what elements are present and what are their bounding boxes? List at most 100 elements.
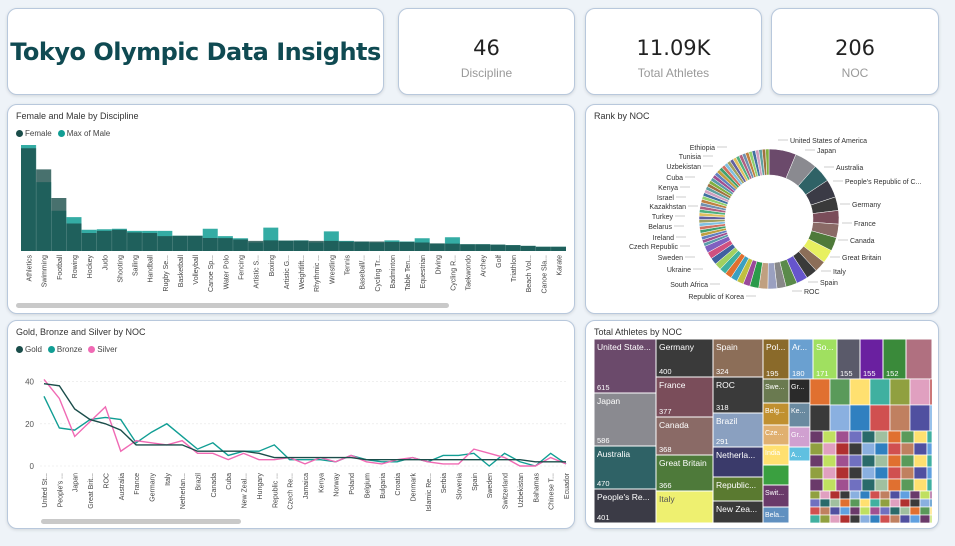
treemap-cell <box>822 466 837 480</box>
x-tick-label: Fencing <box>239 255 246 280</box>
treemap-value: 152 <box>886 369 899 378</box>
rank-by-noc-panel[interactable]: Rank by NOC United States of America Japa… <box>585 104 939 314</box>
treemap-cell <box>889 498 901 508</box>
x-tick-label: Netherlan... <box>180 473 187 509</box>
treemap-cell <box>929 490 933 500</box>
treemap-label: Netherla... <box>716 450 755 460</box>
slice-label: Kazakhstan <box>649 204 686 211</box>
treemap-cell <box>849 378 871 406</box>
treemap-cell <box>861 430 876 444</box>
treemap-cell <box>829 506 841 516</box>
treemap-cell <box>905 338 933 380</box>
kpi-noc[interactable]: 206 NOC <box>771 8 939 95</box>
treemap-cell <box>809 506 821 516</box>
treemap-label: United State... <box>597 342 651 352</box>
treemap-cell <box>861 454 876 468</box>
slice-label: Great Britain <box>842 255 881 262</box>
treemap-cell <box>889 378 911 406</box>
treemap-cell <box>869 506 881 516</box>
treemap-cell <box>919 506 931 516</box>
treemap-cell <box>887 430 902 444</box>
treemap-cell <box>848 454 863 468</box>
x-tick-label: Bulgaria <box>380 473 387 499</box>
treemap-label: Bela... <box>765 512 785 519</box>
treemap-cell <box>859 490 871 500</box>
discipline-chart-panel[interactable]: Female and Male by Discipline Female Max… <box>7 104 575 314</box>
treemap-label: Ar... <box>792 342 807 352</box>
donut-chart[interactable]: United States of America Japan Australia Pe… <box>586 105 939 314</box>
treemap-label: Ke... <box>791 408 805 415</box>
treemap-cell <box>929 498 933 508</box>
treemap-value: 171 <box>816 369 829 378</box>
treemap-cell <box>822 454 837 468</box>
x-tick-label: Islamic Re... <box>426 473 433 512</box>
x-tick-label: Germany <box>149 473 156 502</box>
treemap-value: 400 <box>659 367 672 376</box>
treemap-cell <box>879 514 891 524</box>
kpi-value: 46 <box>473 36 500 60</box>
treemap-cell <box>809 478 824 492</box>
treemap-cell <box>909 498 921 508</box>
slice-label: United States of America <box>790 138 867 145</box>
treemap-label: ROC <box>716 380 735 390</box>
treemap-label: A... <box>791 452 802 459</box>
x-tick-label: Athletics <box>27 255 34 282</box>
treemap-cell <box>874 478 889 492</box>
horizontal-scrollbar[interactable] <box>41 519 241 524</box>
x-tick-label: Uzbekistan <box>518 473 525 508</box>
treemap-cell <box>835 478 850 492</box>
x-tick-label: Rugby Se... <box>163 255 170 292</box>
treemap-cell <box>929 404 933 432</box>
x-tick-label: Cuba <box>226 473 233 490</box>
slice-label: Germany <box>852 202 881 209</box>
treemap-cell <box>861 466 876 480</box>
x-tick-label: Sailing <box>133 255 140 276</box>
x-tick-label: Czech Re... <box>288 473 295 510</box>
treemap-cell <box>913 442 928 456</box>
treemap-value: 377 <box>659 407 672 416</box>
discipline-area-chart[interactable]: Athletics Swimming Football Rowing Hockey Jud… <box>8 105 575 314</box>
x-tick-label: Kenya <box>318 473 325 493</box>
treemap-cell <box>829 514 841 524</box>
treemap-label: Cze... <box>765 430 783 437</box>
slice-label: Italy <box>833 269 846 276</box>
treemap-cell <box>913 466 928 480</box>
x-tick-label: Diving <box>435 255 442 275</box>
treemap-cell <box>848 466 863 480</box>
treemap-chart[interactable]: United State... 615 Japan 586 Australia 470 Pe… <box>586 321 939 529</box>
x-tick-label: France <box>134 473 141 495</box>
x-tick-label: Taekwondo <box>466 255 473 291</box>
treemap-cell <box>869 490 881 500</box>
kpi-discipline[interactable]: 46 Discipline <box>398 8 575 95</box>
x-tick-label: Republic ... <box>272 473 279 508</box>
treemap-cell <box>929 514 933 524</box>
slice-label: Uzbekistan <box>666 164 701 171</box>
kpi-total-athletes[interactable]: 11.09K Total Athletes <box>585 8 762 95</box>
treemap-cell <box>859 506 871 516</box>
x-tick-label: Swimming <box>42 255 49 287</box>
medals-line-chart[interactable]: 0 20 40 United St... People's ... Japan Great … <box>8 321 575 529</box>
horizontal-scrollbar[interactable] <box>16 303 449 308</box>
treemap-label: Pol... <box>766 342 785 352</box>
x-tick-label: Boxing <box>269 255 276 277</box>
treemap-cell <box>926 430 933 444</box>
slice-label: Kenya <box>658 185 678 192</box>
total-athletes-panel[interactable]: Total Athletes by NOC United State... 615… <box>585 320 939 529</box>
treemap-cell <box>926 454 933 468</box>
x-tick-label: Poland <box>349 473 356 495</box>
treemap-cell <box>909 404 931 432</box>
x-tick-label: Weightlift... <box>299 255 306 290</box>
x-tick-label: Table Ten... <box>405 255 412 291</box>
treemap-value: 324 <box>716 367 729 376</box>
slice-label: Israel <box>657 195 675 202</box>
medals-chart-panel[interactable]: Gold, Bronze and Silver by NOC Gold Bron… <box>7 320 575 529</box>
x-tick-label: Serbia <box>441 473 448 493</box>
treemap-cell <box>889 490 901 500</box>
treemap-cell <box>819 514 831 524</box>
treemap-cell <box>788 378 811 404</box>
x-tick-label: Denmark <box>410 473 417 502</box>
treemap-cell <box>835 442 850 456</box>
x-tick-label: New Zeal... <box>242 473 249 508</box>
treemap-cell <box>929 506 933 516</box>
treemap-label: Spain <box>716 342 738 352</box>
